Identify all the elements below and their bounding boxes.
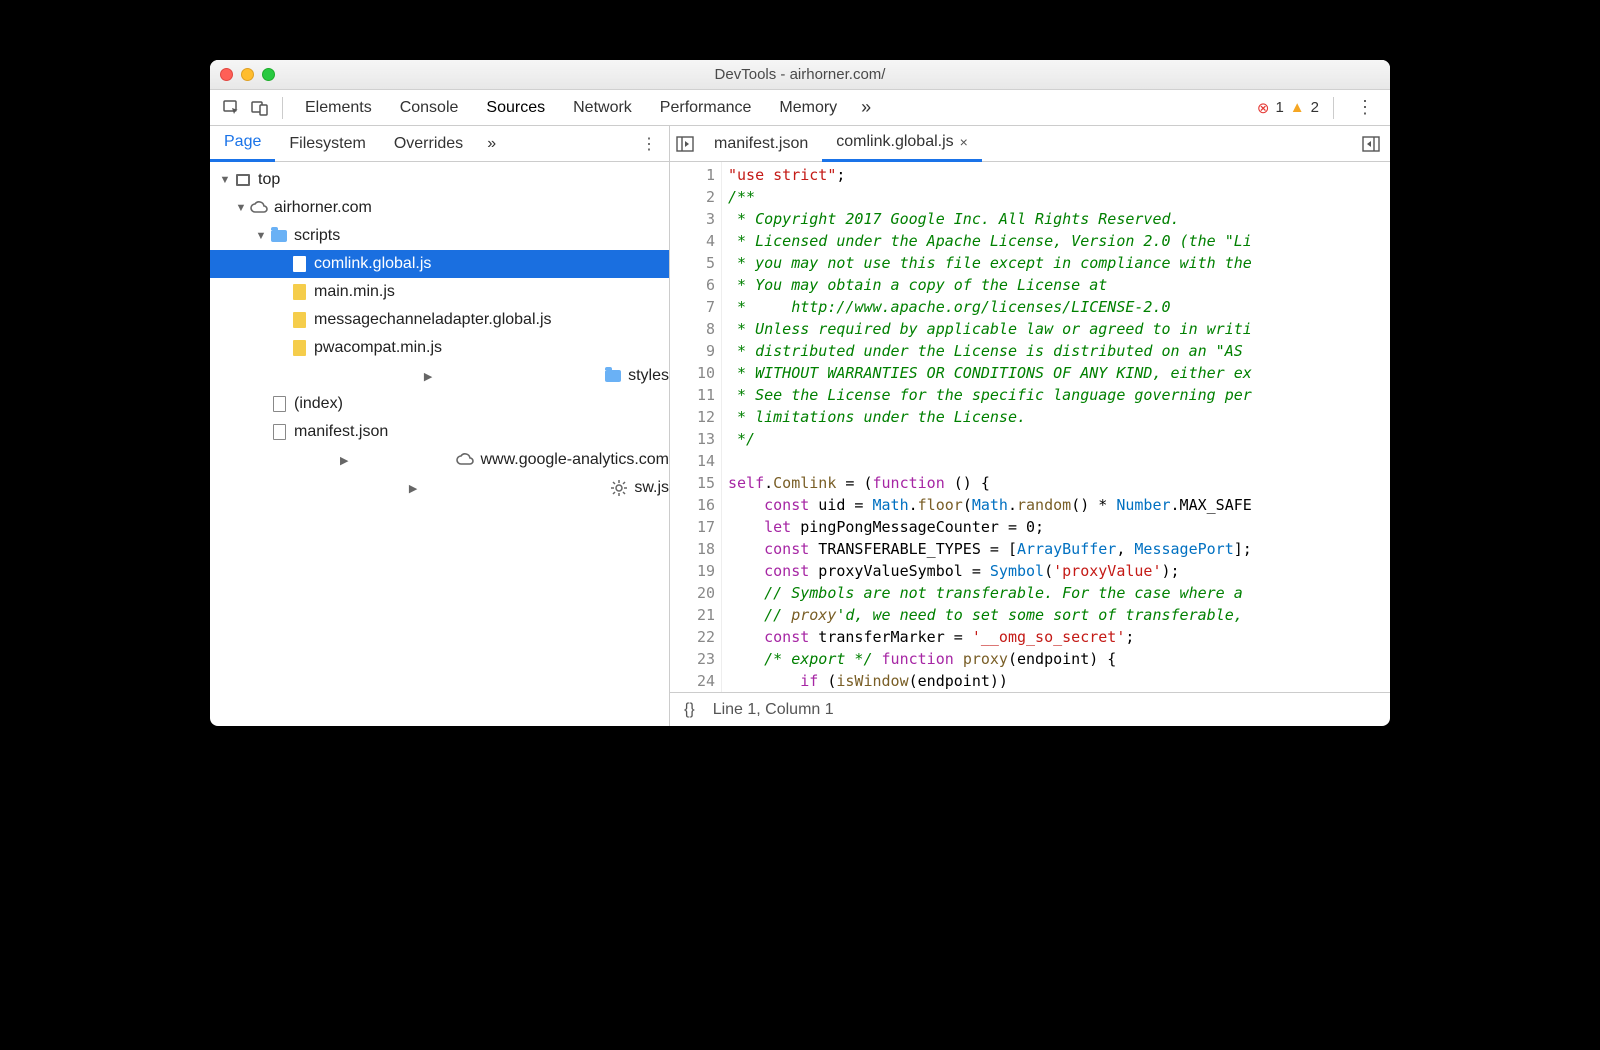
kebab-menu-icon[interactable]: ⋮ bbox=[1348, 97, 1382, 118]
cursor-position: Line 1, Column 1 bbox=[713, 701, 834, 719]
tab-elements[interactable]: Elements bbox=[291, 90, 386, 126]
tree-label: main.min.js bbox=[314, 283, 395, 301]
editor-statusbar: {} Line 1, Column 1 bbox=[670, 692, 1390, 726]
error-icon[interactable]: ⊗ bbox=[1257, 99, 1270, 117]
toggle-debugger-icon[interactable] bbox=[1362, 136, 1390, 152]
tree-file[interactable]: comlink.global.js bbox=[210, 250, 669, 278]
tree-domain[interactable]: airhorner.com bbox=[210, 194, 669, 222]
editor-tabstrip: manifest.jsoncomlink.global.js× bbox=[670, 126, 1390, 162]
tab-network[interactable]: Network bbox=[559, 90, 646, 126]
tree-file[interactable]: messagechanneladapter.global.js bbox=[210, 306, 669, 334]
tab-console[interactable]: Console bbox=[386, 90, 473, 126]
device-toolbar-icon[interactable] bbox=[246, 99, 274, 117]
titlebar: DevTools - airhorner.com/ bbox=[210, 60, 1390, 90]
tree-label: airhorner.com bbox=[274, 199, 372, 217]
tab-memory[interactable]: Memory bbox=[765, 90, 851, 126]
pretty-print-icon[interactable]: {} bbox=[684, 701, 695, 719]
tree-label: scripts bbox=[294, 227, 340, 245]
editor-tab[interactable]: comlink.global.js× bbox=[822, 126, 982, 162]
separator bbox=[1333, 97, 1334, 119]
tree-label: (index) bbox=[294, 395, 343, 413]
tree-label: styles bbox=[628, 367, 669, 385]
main-tabstrip: ElementsConsoleSourcesNetworkPerformance… bbox=[210, 90, 1390, 126]
warning-icon[interactable]: ▲ bbox=[1290, 99, 1305, 116]
tree-file-manifest[interactable]: manifest.json bbox=[210, 418, 669, 446]
tree-folder-styles[interactable]: styles bbox=[210, 362, 669, 390]
navigator-panel: PageFilesystemOverrides » ⋮ top airhorne… bbox=[210, 126, 670, 726]
tree-file[interactable]: main.min.js bbox=[210, 278, 669, 306]
code-content[interactable]: "use strict"; /** * Copyright 2017 Googl… bbox=[722, 162, 1390, 692]
tree-label: comlink.global.js bbox=[314, 255, 431, 273]
file-tree: top airhorner.com scripts comlink.global… bbox=[210, 162, 669, 506]
navigator-menu-icon[interactable]: ⋮ bbox=[629, 134, 669, 154]
more-tabs-button[interactable]: » bbox=[851, 97, 881, 118]
tree-label: sw.js bbox=[634, 479, 669, 497]
tree-domain-analytics[interactable]: www.google-analytics.com bbox=[210, 446, 669, 474]
devtools-window: DevTools - airhorner.com/ ElementsConsol… bbox=[210, 60, 1390, 726]
code-editor[interactable]: 123456789101112131415161718192021222324 … bbox=[670, 162, 1390, 692]
window-title: DevTools - airhorner.com/ bbox=[210, 66, 1390, 83]
warning-count: 2 bbox=[1311, 99, 1319, 116]
tree-label: www.google-analytics.com bbox=[480, 451, 669, 469]
tree-file-index[interactable]: (index) bbox=[210, 390, 669, 418]
tree-label: pwacompat.min.js bbox=[314, 339, 442, 357]
tree-label: messagechanneladapter.global.js bbox=[314, 311, 552, 329]
tree-frame-top[interactable]: top bbox=[210, 166, 669, 194]
editor-tab[interactable]: manifest.json bbox=[700, 126, 822, 162]
navigator-tab-page[interactable]: Page bbox=[210, 126, 275, 162]
navigator-tabs: PageFilesystemOverrides » ⋮ bbox=[210, 126, 669, 162]
tab-sources[interactable]: Sources bbox=[472, 90, 559, 126]
toggle-navigator-icon[interactable] bbox=[670, 136, 700, 152]
tree-label: top bbox=[258, 171, 280, 189]
tree-service-worker[interactable]: sw.js bbox=[210, 474, 669, 502]
tab-performance[interactable]: Performance bbox=[646, 90, 766, 126]
navigator-tab-overrides[interactable]: Overrides bbox=[380, 126, 477, 162]
inspect-element-icon[interactable] bbox=[218, 99, 246, 117]
tree-file[interactable]: pwacompat.min.js bbox=[210, 334, 669, 362]
tree-label: manifest.json bbox=[294, 423, 388, 441]
close-tab-icon[interactable]: × bbox=[960, 134, 968, 150]
more-navigator-tabs[interactable]: » bbox=[477, 135, 506, 153]
navigator-tab-filesystem[interactable]: Filesystem bbox=[275, 126, 379, 162]
line-gutter: 123456789101112131415161718192021222324 bbox=[670, 162, 722, 692]
separator bbox=[282, 97, 283, 119]
editor-panel: manifest.jsoncomlink.global.js× 12345678… bbox=[670, 126, 1390, 726]
error-count: 1 bbox=[1275, 99, 1283, 116]
tree-folder-scripts[interactable]: scripts bbox=[210, 222, 669, 250]
